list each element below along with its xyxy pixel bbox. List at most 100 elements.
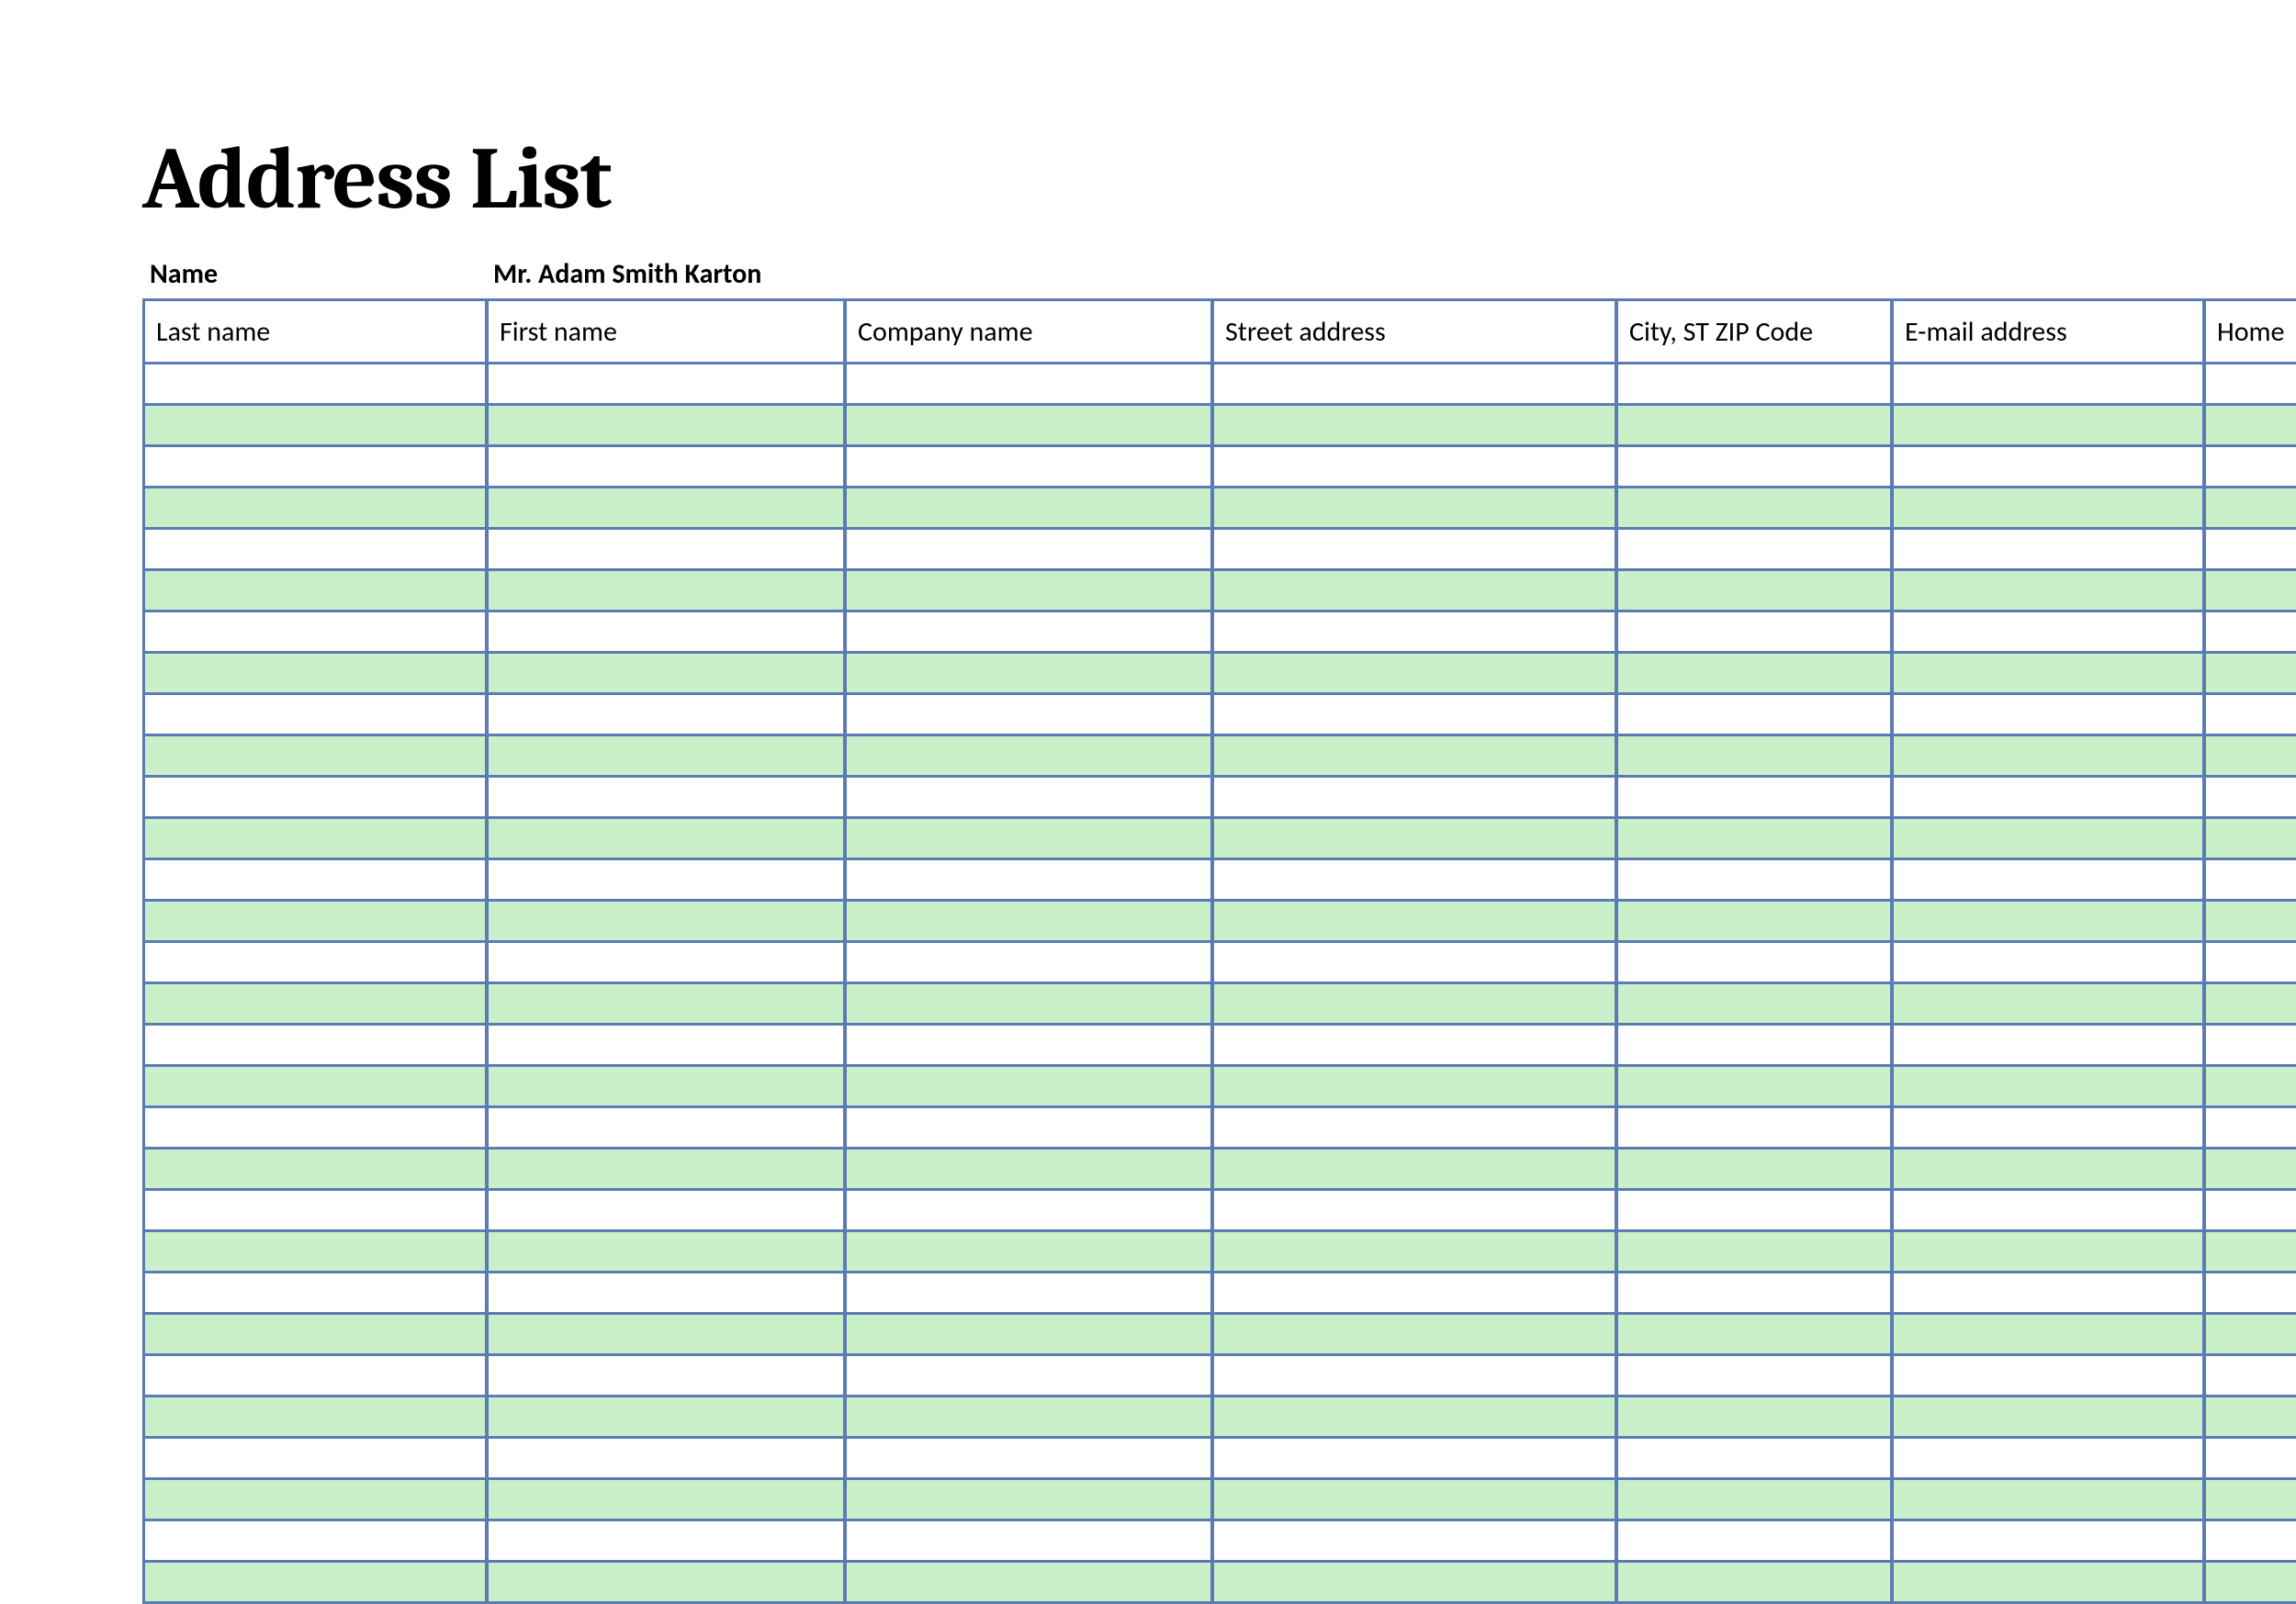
table-cell[interactable] bbox=[2206, 1563, 2296, 1601]
table-cell[interactable] bbox=[1618, 1108, 1894, 1147]
table-cell[interactable] bbox=[1214, 1397, 1618, 1436]
table-cell[interactable] bbox=[1214, 1026, 1618, 1064]
table-cell[interactable] bbox=[1894, 571, 2206, 610]
table-row[interactable] bbox=[145, 530, 2296, 571]
table-cell[interactable] bbox=[1618, 1356, 1894, 1395]
table-cell[interactable] bbox=[1618, 695, 1894, 734]
table-cell[interactable] bbox=[1618, 1521, 1894, 1560]
table-cell[interactable] bbox=[489, 695, 847, 734]
table-cell[interactable] bbox=[489, 1563, 847, 1601]
table-row[interactable] bbox=[145, 488, 2296, 530]
table-cell[interactable] bbox=[489, 447, 847, 486]
table-cell[interactable] bbox=[1894, 1521, 2206, 1560]
table-cell[interactable] bbox=[145, 1397, 489, 1436]
table-cell[interactable] bbox=[1618, 447, 1894, 486]
table-cell[interactable] bbox=[1214, 1191, 1618, 1229]
table-cell[interactable] bbox=[2206, 736, 2296, 775]
table-row[interactable] bbox=[145, 1315, 2296, 1356]
table-cell[interactable] bbox=[1214, 1439, 1618, 1477]
table-row[interactable] bbox=[145, 1273, 2296, 1315]
table-cell[interactable] bbox=[1618, 1315, 1894, 1353]
table-cell[interactable] bbox=[1894, 1397, 2206, 1436]
table-cell[interactable] bbox=[847, 1397, 1214, 1436]
table-cell[interactable] bbox=[1618, 365, 1894, 403]
table-row[interactable] bbox=[145, 1439, 2296, 1480]
table-cell[interactable] bbox=[847, 1439, 1214, 1477]
table-cell[interactable] bbox=[847, 612, 1214, 651]
table-cell[interactable] bbox=[489, 984, 847, 1023]
table-cell[interactable] bbox=[489, 819, 847, 858]
table-cell[interactable] bbox=[1618, 736, 1894, 775]
table-cell[interactable] bbox=[2206, 1521, 2296, 1560]
table-cell[interactable] bbox=[489, 1315, 847, 1353]
table-cell[interactable] bbox=[1214, 1480, 1618, 1519]
table-cell[interactable] bbox=[1894, 778, 2206, 816]
table-cell[interactable] bbox=[1894, 984, 2206, 1023]
table-cell[interactable] bbox=[2206, 1191, 2296, 1229]
table-cell[interactable] bbox=[489, 530, 847, 568]
table-cell[interactable] bbox=[2206, 447, 2296, 486]
table-cell[interactable] bbox=[145, 530, 489, 568]
table-cell[interactable] bbox=[2206, 860, 2296, 899]
table-cell[interactable] bbox=[1894, 1439, 2206, 1477]
table-cell[interactable] bbox=[489, 654, 847, 692]
table-cell[interactable] bbox=[145, 1067, 489, 1105]
table-cell[interactable] bbox=[489, 1026, 847, 1064]
table-cell[interactable] bbox=[1214, 778, 1618, 816]
table-cell[interactable] bbox=[1214, 1232, 1618, 1271]
table-cell[interactable] bbox=[2206, 488, 2296, 527]
table-cell[interactable] bbox=[1894, 1356, 2206, 1395]
table-cell[interactable] bbox=[847, 1067, 1214, 1105]
table-cell[interactable] bbox=[1618, 530, 1894, 568]
table-cell[interactable] bbox=[1618, 860, 1894, 899]
table-cell[interactable] bbox=[2206, 612, 2296, 651]
table-cell[interactable] bbox=[1214, 1521, 1618, 1560]
table-cell[interactable] bbox=[489, 1067, 847, 1105]
table-row[interactable] bbox=[145, 1108, 2296, 1150]
table-cell[interactable] bbox=[489, 406, 847, 444]
table-row[interactable] bbox=[145, 943, 2296, 984]
table-cell[interactable] bbox=[145, 1150, 489, 1188]
table-row[interactable] bbox=[145, 1232, 2296, 1273]
table-row[interactable] bbox=[145, 695, 2296, 736]
table-cell[interactable] bbox=[1214, 1356, 1618, 1395]
table-cell[interactable] bbox=[489, 1397, 847, 1436]
table-cell[interactable] bbox=[1618, 902, 1894, 940]
table-cell[interactable] bbox=[2206, 654, 2296, 692]
table-cell[interactable] bbox=[847, 654, 1214, 692]
table-cell[interactable] bbox=[847, 1150, 1214, 1188]
table-row[interactable] bbox=[145, 819, 2296, 860]
table-cell[interactable] bbox=[145, 365, 489, 403]
table-cell[interactable] bbox=[145, 612, 489, 651]
table-cell[interactable] bbox=[1894, 860, 2206, 899]
table-row[interactable] bbox=[145, 654, 2296, 695]
table-cell[interactable] bbox=[145, 819, 489, 858]
table-cell[interactable] bbox=[1618, 1480, 1894, 1519]
table-row[interactable] bbox=[145, 860, 2296, 902]
table-cell[interactable] bbox=[847, 902, 1214, 940]
table-cell[interactable] bbox=[1894, 1315, 2206, 1353]
table-cell[interactable] bbox=[489, 1150, 847, 1188]
table-cell[interactable] bbox=[489, 943, 847, 981]
table-cell[interactable] bbox=[1618, 1191, 1894, 1229]
table-cell[interactable] bbox=[2206, 1108, 2296, 1147]
table-cell[interactable] bbox=[1214, 406, 1618, 444]
table-cell[interactable] bbox=[489, 1480, 847, 1519]
table-cell[interactable] bbox=[847, 1108, 1214, 1147]
table-row[interactable] bbox=[145, 1480, 2296, 1521]
table-cell[interactable] bbox=[2206, 1026, 2296, 1064]
table-cell[interactable] bbox=[1214, 530, 1618, 568]
table-cell[interactable] bbox=[1894, 1026, 2206, 1064]
table-cell[interactable] bbox=[1894, 1108, 2206, 1147]
table-cell[interactable] bbox=[847, 447, 1214, 486]
table-cell[interactable] bbox=[145, 488, 489, 527]
table-row[interactable] bbox=[145, 778, 2296, 819]
table-cell[interactable] bbox=[1894, 736, 2206, 775]
table-cell[interactable] bbox=[1214, 571, 1618, 610]
table-cell[interactable] bbox=[1618, 571, 1894, 610]
table-cell[interactable] bbox=[1894, 1191, 2206, 1229]
table-cell[interactable] bbox=[2206, 1273, 2296, 1312]
table-cell[interactable] bbox=[1214, 1108, 1618, 1147]
table-cell[interactable] bbox=[145, 1439, 489, 1477]
table-cell[interactable] bbox=[847, 943, 1214, 981]
